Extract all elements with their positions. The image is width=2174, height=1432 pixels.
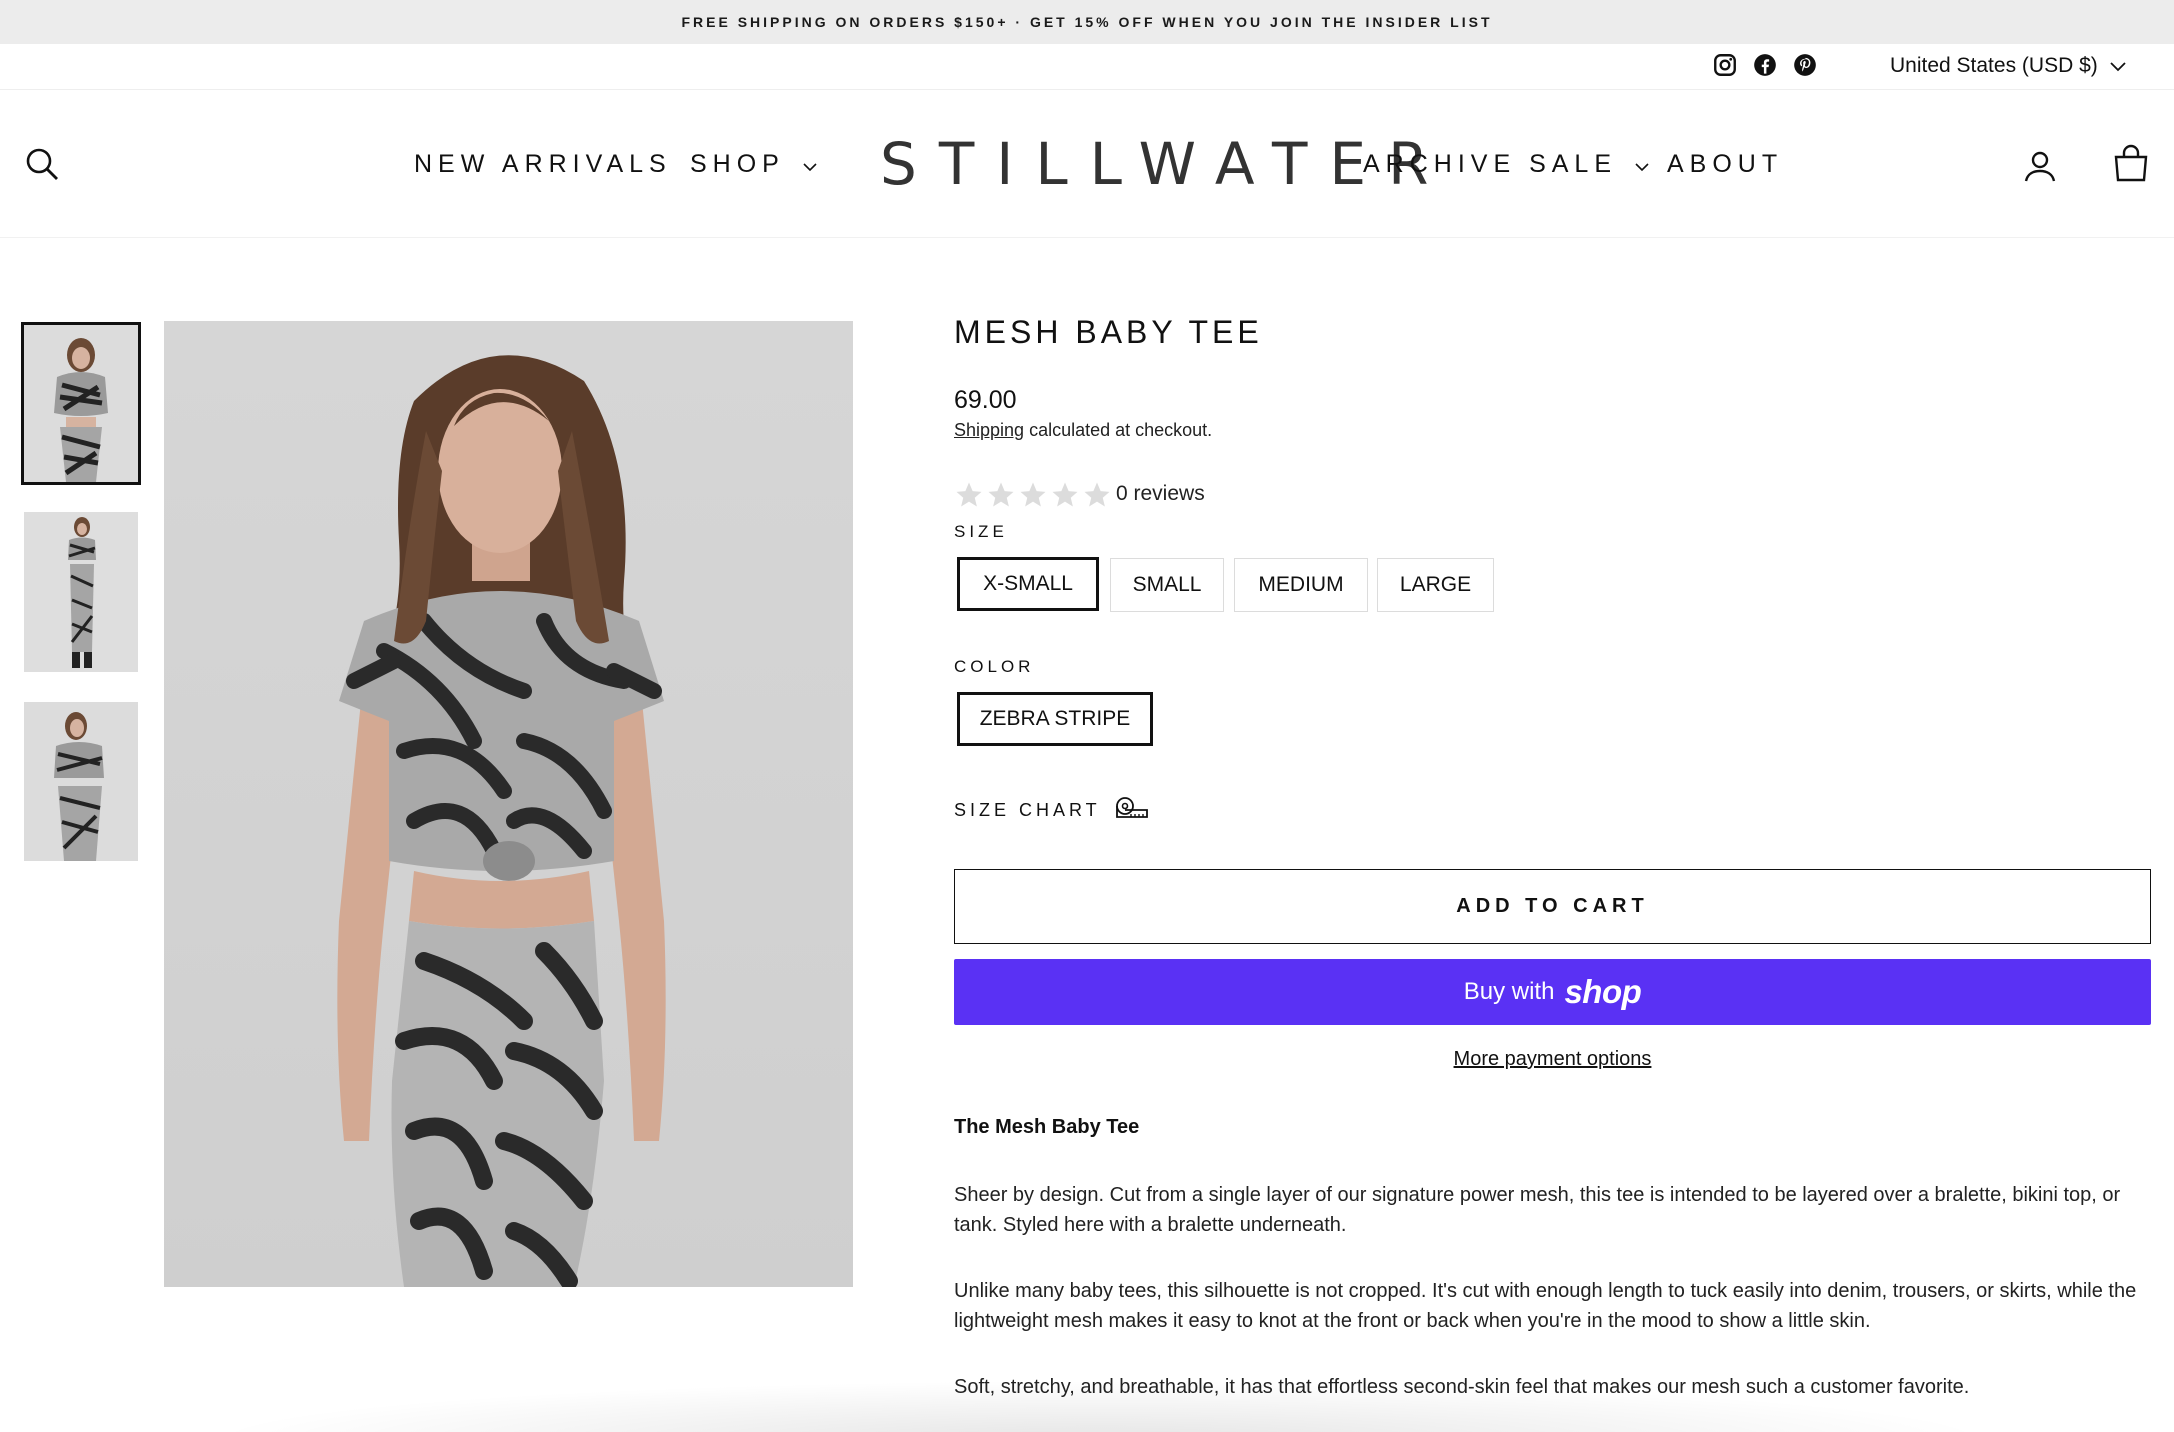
size-option-label: MEDIUM (1258, 573, 1344, 596)
chevron-down-icon (1635, 150, 1649, 179)
buy-with-label: Buy with (1463, 978, 1555, 1005)
product-thumbnail-3[interactable] (24, 702, 138, 861)
size-option-small[interactable]: SMALL (1110, 558, 1224, 612)
model-photo-thumbnail (24, 702, 138, 861)
description-paragraph: Unlike many baby tees, this silhouette i… (954, 1280, 2137, 1332)
description-heading: The Mesh Baby Tee (954, 1116, 1140, 1138)
product-price: 69.00 (954, 386, 1017, 414)
main-product-image[interactable] (164, 321, 853, 1287)
size-label: SIZE (954, 522, 1008, 541)
facebook-icon[interactable] (1752, 52, 1778, 78)
add-to-cart-button[interactable]: ADD TO CART (954, 869, 2151, 944)
currency-label: United States (USD $) (1890, 54, 2098, 77)
product-thumbnail-2[interactable] (24, 512, 138, 672)
star-empty-icon (1084, 482, 1110, 507)
size-option-label: X-SMALL (983, 572, 1073, 595)
tape-measure-icon (1115, 796, 1149, 825)
nav-label: ARCHIVE SALE (1363, 150, 1618, 178)
buy-with-shop-button[interactable]: Buy with shop (954, 959, 2151, 1025)
more-payment-options-link[interactable]: More payment options (954, 1048, 2151, 1071)
product-thumbnail-1[interactable] (21, 322, 141, 485)
size-option-x-small[interactable]: X-SMALL (957, 557, 1099, 611)
size-option-large[interactable]: LARGE (1377, 558, 1494, 612)
reviews-count[interactable]: 0 reviews (1116, 482, 1205, 506)
account-icon[interactable] (2022, 148, 2058, 189)
shipping-text: calculated at checkout. (1024, 420, 1213, 440)
instagram-icon[interactable] (1712, 52, 1738, 78)
color-option-zebra-stripe[interactable]: ZEBRA STRIPE (957, 692, 1153, 746)
size-option-medium[interactable]: MEDIUM (1234, 558, 1368, 612)
description-paragraph: Sheer by design. Cut from a single layer… (954, 1184, 2121, 1236)
shipping-note: Shipping calculated at checkout. (954, 420, 1212, 441)
nav-label: NEW ARRIVALS (414, 150, 672, 178)
chevron-down-icon (2110, 54, 2126, 78)
nav-label: ABOUT (1667, 150, 1784, 178)
model-photo (164, 321, 853, 1287)
site-header: NEW ARRIVALS SHOP STILLWATER ARCHIVE SAL… (0, 90, 2174, 238)
shop-pay-logo: shop (1564, 973, 1642, 1010)
product-title: MESH BABY TEE (954, 314, 1263, 350)
nav-archive-sale[interactable]: ARCHIVE SALE (1363, 150, 1649, 179)
cart-icon[interactable] (2113, 144, 2149, 187)
social-links (1712, 52, 1818, 78)
page-shadow (200, 1380, 2000, 1432)
utility-bar: United States (USD $) (0, 44, 2174, 90)
search-icon[interactable] (24, 146, 60, 187)
announcement-bar: FREE SHIPPING ON ORDERS $150+ · GET 15% … (0, 0, 2174, 44)
color-option-label: ZEBRA STRIPE (979, 707, 1131, 730)
star-empty-icon (1020, 482, 1046, 507)
shipping-link[interactable]: Shipping (954, 420, 1024, 440)
nav-shop[interactable]: SHOP (690, 150, 817, 179)
rating-stars[interactable] (954, 480, 1112, 510)
star-empty-icon (956, 482, 982, 507)
announcement-text: FREE SHIPPING ON ORDERS $150+ · GET 15% … (681, 14, 1493, 30)
size-option-label: LARGE (1399, 573, 1472, 596)
nav-new-arrivals[interactable]: NEW ARRIVALS (414, 150, 672, 179)
nav-about[interactable]: ABOUT (1667, 150, 1783, 179)
size-option-label: SMALL (1132, 573, 1202, 596)
color-label: COLOR (954, 657, 1035, 676)
model-photo-thumbnail (24, 325, 138, 482)
pinterest-icon[interactable] (1792, 52, 1818, 78)
size-chart-label: SIZE CHART (954, 800, 1101, 820)
star-empty-icon (1052, 482, 1078, 507)
model-photo-thumbnail (24, 512, 138, 672)
size-chart-link[interactable]: SIZE CHART (954, 796, 1149, 825)
chevron-down-icon (803, 150, 817, 179)
nav-label: SHOP (690, 150, 785, 178)
star-empty-icon (988, 482, 1014, 507)
currency-selector[interactable]: United States (USD $) (1890, 54, 2126, 78)
